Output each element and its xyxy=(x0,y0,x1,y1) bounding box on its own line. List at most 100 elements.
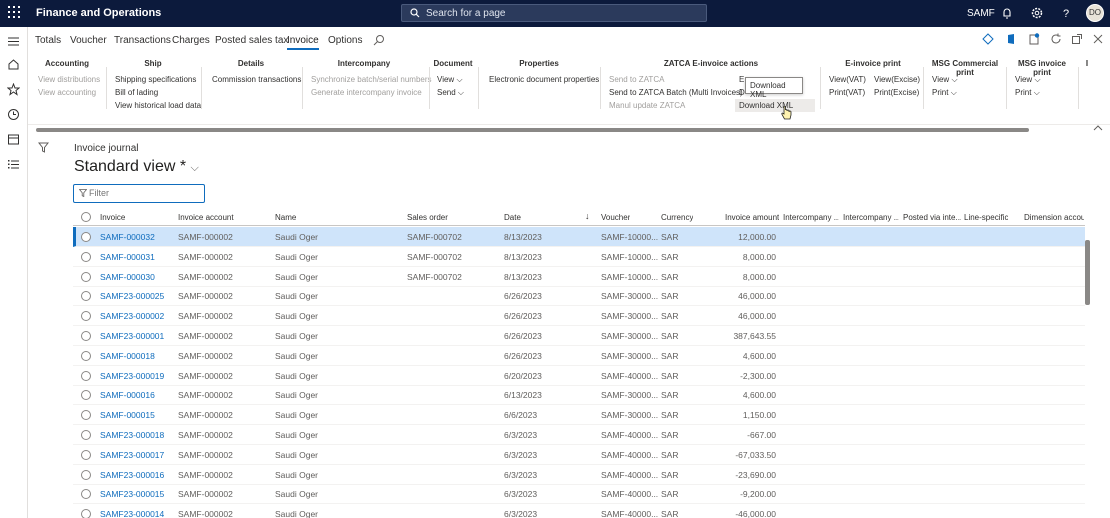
cell-invoice[interactable]: SAMF-000015 xyxy=(100,410,155,420)
table-row[interactable]: SAMF23-000014 SAMF-000002 Saudi Oger 6/3/20… xyxy=(73,504,1085,518)
table-row[interactable]: SAMF23-000017 SAMF-000002 Saudi Oger 6/3/20… xyxy=(73,445,1085,465)
home-icon[interactable] xyxy=(7,58,20,71)
column-header-posted-via[interactable]: Posted via inte... xyxy=(903,213,961,222)
row-select-radio[interactable] xyxy=(81,271,91,282)
msg-commercial-view-dropdown[interactable]: View ⌵ xyxy=(932,75,958,85)
tab-posted-sales-tax[interactable]: Posted sales tax xyxy=(215,35,288,46)
ribbon-scrollbar[interactable] xyxy=(36,128,1029,132)
filter-field[interactable] xyxy=(73,184,205,203)
cell-invoice[interactable]: SAMF-000032 xyxy=(100,232,155,242)
scrollbar-thumb[interactable] xyxy=(1085,240,1090,305)
column-header-intercompany-1[interactable]: Intercompany ... xyxy=(783,213,839,222)
global-search[interactable]: Search for a page xyxy=(401,4,707,22)
chevron-up-icon[interactable] xyxy=(1093,124,1103,132)
attachment-icon[interactable] xyxy=(1028,33,1040,45)
tab-charges[interactable]: Charges xyxy=(172,35,210,46)
table-row[interactable]: SAMF23-000019 SAMF-000002 Saudi Oger 6/20/2… xyxy=(73,366,1085,386)
table-row[interactable]: SAMF-000018 SAMF-000002 Saudi Oger 6/26/202… xyxy=(73,346,1085,366)
generate-intercompany-invoice-button[interactable]: Generate intercompany invoice xyxy=(311,88,422,97)
view-excise-button[interactable]: View(Excise) xyxy=(874,75,920,84)
row-select-radio[interactable] xyxy=(81,430,91,440)
table-row[interactable]: SAMF23-000018 SAMF-000002 Saudi Oger 6/3/20… xyxy=(73,425,1085,445)
filter-input[interactable] xyxy=(89,188,199,198)
star-icon[interactable] xyxy=(7,83,20,96)
table-row[interactable]: SAMF-000016 SAMF-000002 Saudi Oger 6/13/202… xyxy=(73,385,1085,406)
document-view-dropdown[interactable]: View ⌵ xyxy=(437,75,463,85)
hamburger-icon[interactable] xyxy=(7,35,20,48)
column-header-sales-order[interactable]: Sales order xyxy=(407,213,448,222)
cell-invoice[interactable]: SAMF23-000018 xyxy=(100,430,164,440)
view-historical-load-data-button[interactable]: View historical load data xyxy=(115,101,201,110)
column-header-invoice[interactable]: Invoice xyxy=(100,213,125,222)
msg-invoice-print-dropdown[interactable]: Print ⌵ xyxy=(1015,88,1040,98)
search-icon[interactable] xyxy=(373,34,385,46)
refresh-icon[interactable] xyxy=(1050,33,1062,45)
send-to-zatca-batch-button[interactable]: Send to ZATCA Batch (Multi Invoices) xyxy=(609,88,743,97)
table-row[interactable]: SAMF23-000002 SAMF-000002 Saudi Oger 6/26/2… xyxy=(73,306,1085,327)
download-xml-button[interactable]: Download XML xyxy=(735,99,815,112)
cell-invoice[interactable]: SAMF23-000017 xyxy=(100,450,164,460)
cell-invoice[interactable]: SAMF23-000001 xyxy=(100,331,164,341)
shipping-specifications-button[interactable]: Shipping specifications xyxy=(115,75,196,84)
cell-invoice[interactable]: SAMF23-000002 xyxy=(100,311,164,321)
office-icon[interactable] xyxy=(1005,33,1017,45)
avatar[interactable]: DO xyxy=(1086,4,1104,22)
row-select-radio[interactable] xyxy=(81,370,91,381)
filter-icon[interactable] xyxy=(38,142,49,153)
cell-invoice[interactable]: SAMF23-000019 xyxy=(100,371,164,381)
row-select-radio[interactable] xyxy=(81,449,91,460)
table-row[interactable]: SAMF23-000001 SAMF-000002 Saudi Oger 6/26/2… xyxy=(73,326,1085,346)
view-selector[interactable]: Standard view * ⌵ xyxy=(74,158,199,176)
zatca-col2-item[interactable]: E xyxy=(739,75,744,84)
tab-voucher[interactable]: Voucher xyxy=(70,35,107,46)
tab-invoice[interactable]: Invoice xyxy=(287,35,319,50)
row-select-radio[interactable] xyxy=(81,350,91,361)
bill-of-lading-button[interactable]: Bill of lading xyxy=(115,88,158,97)
row-select-radio[interactable] xyxy=(81,251,91,262)
synchronize-batch-serial-button[interactable]: Synchronize batch/serial numbers xyxy=(311,75,432,84)
select-all-radio[interactable] xyxy=(81,212,91,222)
tab-options[interactable]: Options xyxy=(328,35,362,46)
print-vat-button[interactable]: Print(VAT) xyxy=(829,88,865,97)
column-header-voucher[interactable]: Voucher xyxy=(601,213,630,222)
app-title[interactable]: Finance and Operations xyxy=(36,7,161,19)
column-header-dimension-account[interactable]: Dimension accou xyxy=(1024,213,1084,222)
close-icon[interactable] xyxy=(1092,33,1104,45)
clock-icon[interactable] xyxy=(7,108,20,121)
print-excise-button[interactable]: Print(Excise) xyxy=(874,88,919,97)
manual-update-zatca-button[interactable]: Manul update ZATCA xyxy=(609,101,685,110)
cell-invoice[interactable]: SAMF-000031 xyxy=(100,252,155,262)
column-header-invoice-amount[interactable]: Invoice amount xyxy=(725,213,779,222)
open-new-window-icon[interactable] xyxy=(1071,33,1083,45)
cell-invoice[interactable]: SAMF-000030 xyxy=(100,272,155,282)
view-accounting-button[interactable]: View accounting xyxy=(38,88,96,97)
cell-invoice[interactable]: SAMF23-000025 xyxy=(100,291,164,301)
cell-invoice[interactable]: SAMF23-000016 xyxy=(100,470,164,480)
table-row[interactable]: SAMF23-000015 SAMF-000002 Saudi Oger 6/3/20… xyxy=(73,484,1085,505)
cell-invoice[interactable]: SAMF-000016 xyxy=(100,390,155,400)
commission-transactions-button[interactable]: Commission transactions xyxy=(212,75,301,84)
column-header-currency[interactable]: Currency xyxy=(661,213,693,222)
column-header-line-specific[interactable]: Line-specific xyxy=(964,213,1008,222)
row-select-radio[interactable] xyxy=(81,489,91,500)
cell-invoice[interactable]: SAMF-000018 xyxy=(100,351,155,361)
bell-icon[interactable] xyxy=(1000,6,1014,20)
row-select-radio[interactable] xyxy=(81,331,91,341)
column-header-invoice-account[interactable]: Invoice account xyxy=(178,213,234,222)
table-row[interactable]: SAMF-000015 SAMF-000002 Saudi Oger 6/6/2023… xyxy=(73,405,1085,426)
row-select-radio[interactable] xyxy=(81,469,91,480)
table-row[interactable]: SAMF-000032 SAMF-000002 Saudi Oger SAMF-000… xyxy=(73,227,1085,247)
cell-invoice[interactable]: SAMF23-000014 xyxy=(100,509,164,518)
zatca-col2-item[interactable]: D xyxy=(739,88,745,97)
modules-list-icon[interactable] xyxy=(7,158,20,171)
cell-invoice[interactable]: SAMF23-000015 xyxy=(100,489,164,499)
gear-icon[interactable] xyxy=(1030,6,1044,20)
tab-transactions[interactable]: Transactions xyxy=(114,35,171,46)
column-header-date[interactable]: Date xyxy=(504,213,521,222)
table-row[interactable]: SAMF-000030 SAMF-000002 Saudi Oger SAMF-000… xyxy=(73,267,1085,287)
row-select-radio[interactable] xyxy=(81,291,91,302)
document-send-dropdown[interactable]: Send ⌵ xyxy=(437,88,464,98)
msg-commercial-print-dropdown[interactable]: Print ⌵ xyxy=(932,88,957,98)
workspace-icon[interactable] xyxy=(7,133,20,146)
send-to-zatca-button[interactable]: Send to ZATCA xyxy=(609,75,664,84)
